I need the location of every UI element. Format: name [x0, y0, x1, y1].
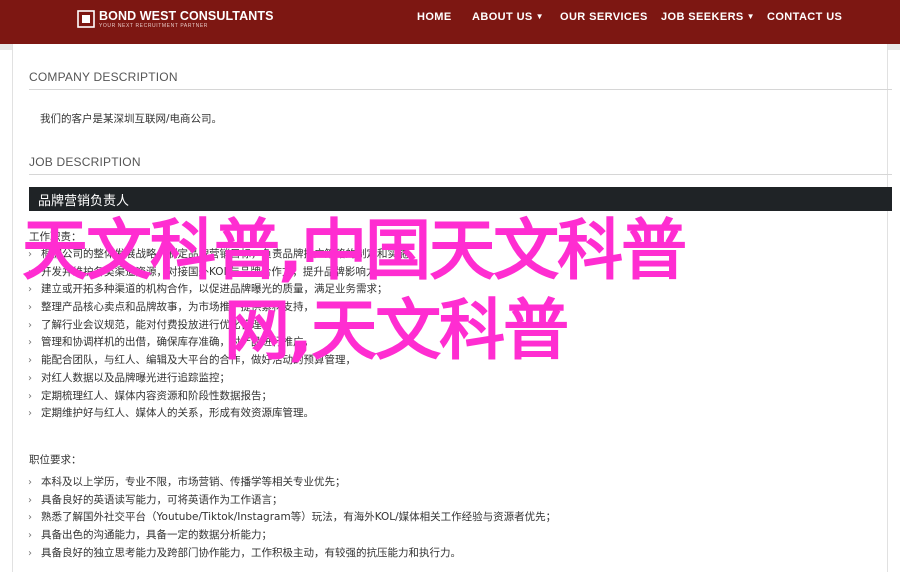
nav-about-us-label: ABOUT US [472, 11, 533, 23]
nav-contact-us[interactable]: CONTACT US [767, 11, 842, 23]
divider [29, 174, 892, 175]
watermark-line-1: 天文科普,中国天文科普 [22, 212, 687, 289]
brand-tagline: YOUR NEXT RECRUITMENT PARTNER [99, 23, 208, 29]
job-title: 品牌营销负责人 [38, 194, 130, 209]
list-item: › 定期梳理红人、媒体内容资源和阶段性数据报告； [28, 388, 409, 406]
list-item: › 定期维护好与红人、媒体人的关系，形成有效资源库管理。 [28, 405, 409, 423]
brand-name: BOND WEST CONSULTANTS [99, 9, 274, 23]
chevron-right-icon: › [28, 355, 32, 367]
chevron-right-icon: › [28, 372, 32, 384]
chevron-right-icon: › [28, 494, 32, 506]
chevron-down-icon: ▼ [746, 12, 755, 21]
nav-home-label: HOME [417, 11, 452, 23]
list-item: › 具备出色的沟通能力，具备一定的数据分析能力； [28, 527, 556, 545]
list-item: › 本科及以上学历，专业不限，市场营销、传播学等相关专业优先； [28, 474, 556, 492]
nav-our-services-label: OUR SERVICES [560, 11, 648, 23]
nav-job-seekers[interactable]: JOB SEEKERS ▼ [661, 11, 755, 23]
site-header: BOND WEST CONSULTANTS YOUR NEXT RECRUITM… [0, 0, 900, 44]
requirements-list: › 本科及以上学历，专业不限，市场营销、传播学等相关专业优先； › 具备良好的英语读… [28, 474, 556, 562]
chevron-right-icon: › [28, 512, 32, 524]
chevron-right-icon: › [28, 390, 32, 402]
company-description-heading: COMPANY DESCRIPTION [29, 70, 178, 84]
chevron-right-icon: › [28, 319, 32, 331]
list-item: › 具备良好的英语读写能力，可将英语作为工作语言； [28, 492, 556, 510]
chevron-right-icon: › [28, 302, 32, 314]
chevron-right-icon: › [28, 547, 32, 559]
nav-home[interactable]: HOME [417, 11, 452, 23]
nav-contact-us-label: CONTACT US [767, 11, 843, 23]
chevron-right-icon: › [28, 530, 32, 542]
chevron-right-icon: › [28, 337, 32, 349]
nav-our-services[interactable]: OUR SERVICES [560, 11, 648, 23]
list-item: › 对红人数据以及品牌曝光进行追踪监控； [28, 370, 409, 388]
list-item: › 熟悉了解国外社交平台（Youtube/Tiktok/Instagram等）玩法… [28, 509, 556, 527]
company-description-text: 我们的客户是某深圳互联网/电商公司。 [40, 113, 223, 125]
job-title-bar: 品牌营销负责人 [29, 187, 892, 211]
chevron-down-icon: ▼ [535, 12, 544, 21]
job-description-heading: JOB DESCRIPTION [29, 155, 141, 169]
list-item: › 具备良好的独立思考能力及跨部门协作能力，工作积极主动，有较强的抗压能力和执行力… [28, 545, 556, 563]
requirements-heading: 职位要求： [29, 454, 82, 466]
divider [29, 89, 892, 90]
watermark-line-2: 网,天文科普 [224, 292, 569, 369]
chevron-right-icon: › [28, 477, 32, 488]
brand-mark-icon [77, 10, 95, 28]
nav-about-us[interactable]: ABOUT US ▼ [472, 11, 544, 23]
brand-logo[interactable]: BOND WEST CONSULTANTS YOUR NEXT RECRUITM… [77, 9, 274, 33]
nav-job-seekers-label: JOB SEEKERS [661, 11, 744, 23]
chevron-right-icon: › [28, 408, 32, 420]
